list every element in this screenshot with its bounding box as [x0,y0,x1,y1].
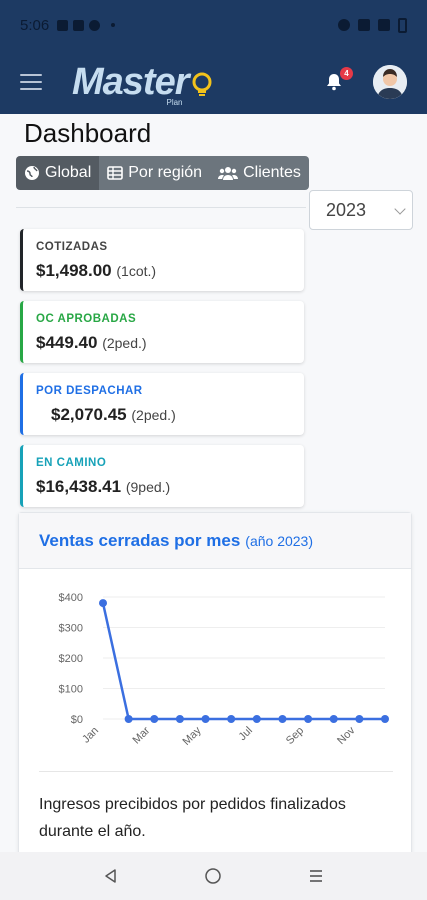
data-point[interactable] [124,715,133,723]
lightbulb-icon [192,72,211,96]
alarm-icon [338,19,350,31]
status-time: 5:06 [20,16,50,34]
kpi-value-line: $1,498.00 (1cot.) [36,261,156,281]
card-subtitle: (año 2023) [245,532,313,549]
kpi-value: $449.40 [36,333,98,352]
view-tabs: Global Por región Clientes [16,156,309,190]
recents-icon [309,870,322,882]
home-icon [205,868,222,884]
data-point[interactable] [329,715,338,723]
logo-subtext: Plan [166,97,183,107]
kpi-value-line: $449.40 (2ped.) [36,333,147,353]
tab-clientes[interactable]: Clientes [210,156,309,190]
users-icon [218,167,239,180]
settings-icon [73,19,85,31]
data-point[interactable] [150,715,159,723]
app-logo[interactable]: Master Plan [72,61,213,107]
facebook-icon [89,19,101,31]
kpi-card-por-despachar: POR DESPACHAR $2,070.45 (2ped.) [20,373,304,435]
year-select-value: 2023 [326,199,367,220]
home-button[interactable] [193,856,233,896]
sales-chart-card: Ventas cerradas por mes (año 2023) $400 $… [18,512,412,852]
kpi-label: POR DESPACHAR [36,385,143,397]
notification-badge: 4 [340,67,353,80]
kpi-value: $16,438.41 [36,477,122,496]
series-line [101,602,385,721]
y-tick-label: $0 [71,714,83,726]
recents-button[interactable] [296,856,336,896]
top-header: 5:06 Master Plan 4 [0,0,427,114]
kpi-label: EN CAMINO [36,457,107,469]
x-tick-label: Jan [80,725,101,746]
avatar[interactable] [373,65,407,99]
data-point[interactable] [381,715,389,723]
system-nav-bar [0,852,427,900]
data-point[interactable] [304,715,313,723]
page-title: Dashboard [24,118,152,148]
tab-por-region[interactable]: Por región [99,156,211,190]
tab-global[interactable]: Global [16,156,100,190]
battery-icon [398,17,407,33]
x-tick-label: Sep [284,725,306,747]
kpi-value-line: $2,070.45 (2ped.) [51,405,176,425]
kpi-card-cotizadas: COTIZADAS $1,498.00 (1cot.) [20,229,304,291]
x-tick-label: Mar [131,724,153,746]
sales-line-chart: $400 $300 $200 $100 $0Jan Mar May Jul Sep Nov [59,592,389,748]
kpi-count: (2ped.) [102,335,147,351]
x-tick-label: May [180,724,204,748]
kpi-count: (1cot.) [116,263,157,279]
x-tick-label: Nov [335,724,358,747]
tab-label: Clientes [243,164,301,181]
app-bar: Master Plan 4 [0,50,427,114]
kpi-value: $1,498.00 [36,261,112,280]
y-tick-label: $300 [59,623,83,635]
year-select[interactable]: 2023 [309,190,413,230]
card-divider [39,771,393,772]
chevron-down-icon [394,203,406,215]
kpi-count: (9ped.) [125,479,171,495]
more-dot-icon [111,23,116,27]
kpi-label: COTIZADAS [36,241,108,253]
kpi-value: $2,070.45 [51,405,127,424]
card-header: Ventas cerradas por mes (año 2023) [19,513,411,569]
wifi-icon [358,19,370,31]
section-divider [16,207,306,208]
data-point[interactable] [201,715,210,723]
kpi-value-line: $16,438.41 (9ped.) [36,477,170,497]
signal-icon [378,19,390,31]
kpi-card-oc-aprobadas: OC APROBADAS $449.40 (2ped.) [20,301,304,363]
bell-icon[interactable]: 4 [323,67,353,93]
x-tick-label: Jul [237,725,255,743]
globe-icon [25,166,39,180]
data-point[interactable] [175,715,184,723]
table-icon [107,166,124,180]
back-icon [105,869,116,883]
data-point[interactable] [278,715,287,723]
dashboard-content: Dashboard Global Por región Clientes 202… [0,114,427,852]
y-tick-label: $100 [59,684,83,696]
tab-label: Global [45,164,92,181]
card-description: Ingresos precibidos por pedidos finaliza… [39,796,346,840]
gallery-icon [57,19,69,31]
y-tick-label: $200 [59,653,83,665]
status-right-icons [338,17,407,33]
kpi-count: (2ped.) [131,407,176,423]
data-point[interactable] [227,715,236,723]
status-left-icons [57,19,116,31]
status-bar: 5:06 [0,0,427,50]
data-point[interactable] [355,715,364,723]
data-point[interactable] [252,715,261,723]
data-point[interactable] [99,599,107,608]
tab-label: Por región [128,164,203,181]
back-button[interactable] [91,856,131,896]
kpi-card-en-camino: EN CAMINO $16,438.41 (9ped.) [20,445,304,507]
y-tick-label: $400 [59,592,83,604]
kpi-label: OC APROBADAS [36,313,137,325]
hamburger-icon[interactable] [20,74,42,90]
user-avatar-icon [373,65,407,99]
card-title: Ventas cerradas por mes [39,530,241,550]
